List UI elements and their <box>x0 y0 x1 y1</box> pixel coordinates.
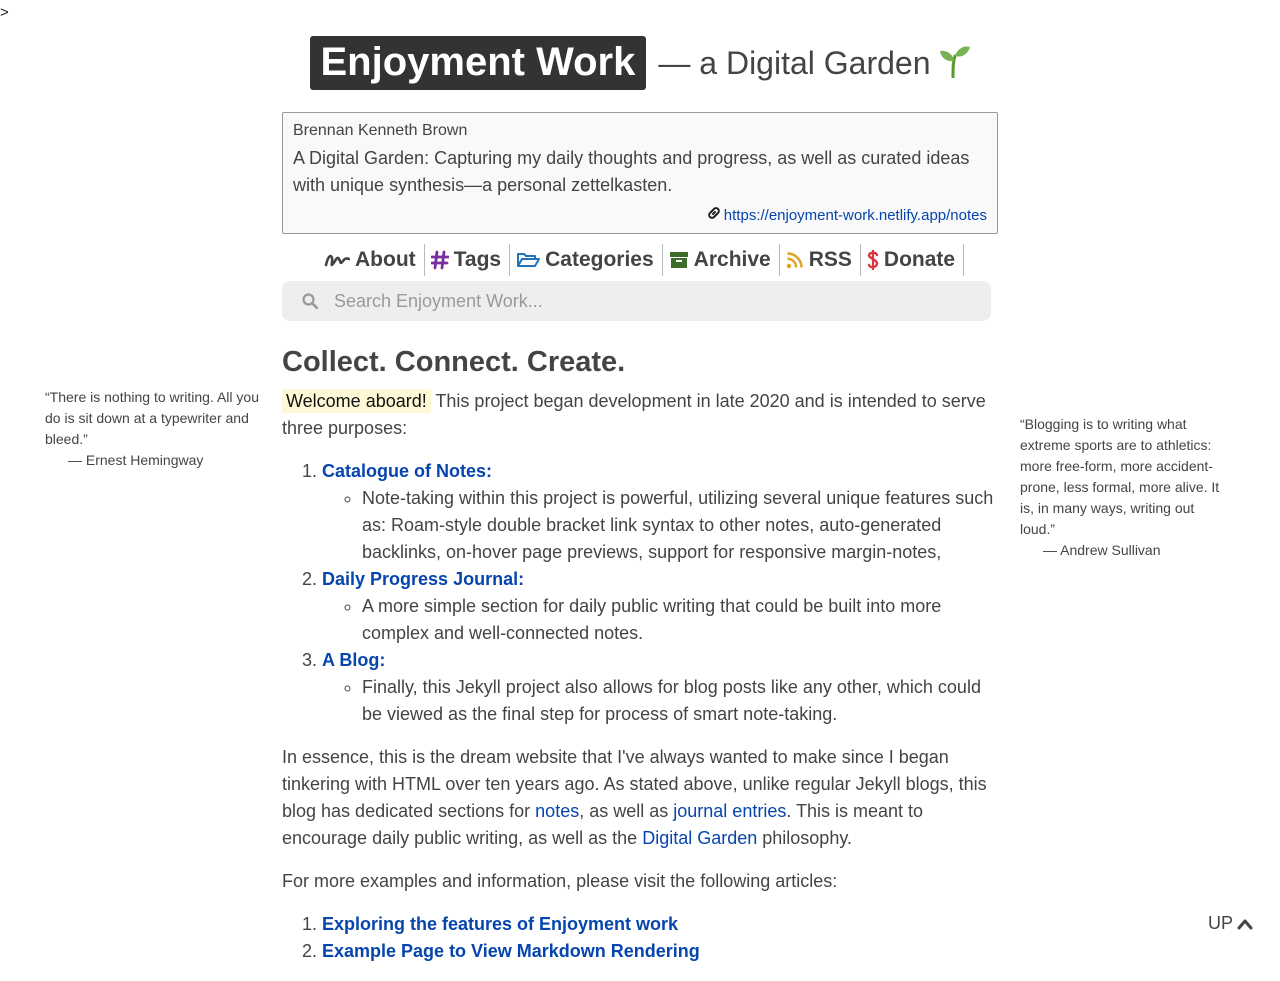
nav-item-rss[interactable]: RSS <box>780 244 861 276</box>
nav-item-archive[interactable]: Archive <box>663 244 780 276</box>
scroll-up-button[interactable]: UP <box>1208 913 1253 934</box>
daily-progress-journal-link[interactable]: Daily Progress Journal: <box>322 569 524 589</box>
purpose-detail: Note-taking within this project is power… <box>362 485 998 566</box>
nav-label-about: About <box>355 248 416 271</box>
hashtag-icon <box>430 250 449 270</box>
nav-label-categories: Categories <box>545 248 654 271</box>
chevron-up-icon <box>1237 918 1253 930</box>
more-info-paragraph: For more examples and information, pleas… <box>282 871 838 891</box>
up-label: UP <box>1208 913 1234 933</box>
quote-text: “There is nothing to writing. All you do… <box>45 389 259 447</box>
quote-author: — Ernest Hemingway <box>68 452 204 468</box>
main-content: Collect. Connect. Create. Welcome aboard… <box>282 340 998 981</box>
list-item: Daily Progress Journal: A more simple se… <box>322 566 998 647</box>
list-item: Example Page to View Markdown Rendering <box>322 938 998 965</box>
digital-garden-link[interactable]: Digital Garden <box>642 828 757 848</box>
search-bar <box>282 281 991 321</box>
nav-item-tags[interactable]: Tags <box>425 244 511 276</box>
welcome-highlight: Welcome aboard! <box>282 389 431 413</box>
dollar-icon <box>867 249 879 271</box>
essence-paragraph: In essence, this is the dream website th… <box>282 744 998 852</box>
search-input[interactable] <box>332 289 956 313</box>
nav-label-archive: Archive <box>693 248 771 271</box>
purpose-detail: Finally, this Jekyll project also allows… <box>362 674 998 728</box>
seedling-icon <box>937 44 971 83</box>
notes-link[interactable]: notes <box>535 801 579 821</box>
catalogue-of-notes-link[interactable]: Catalogue of Notes: <box>322 461 492 481</box>
list-item: A Blog: Finally, this Jekyll project als… <box>322 647 998 728</box>
journal-entries-link[interactable]: journal entries <box>673 801 786 821</box>
search-icon <box>302 293 318 309</box>
list-item: Exploring the features of Enjoyment work <box>322 911 998 938</box>
author-url-text: https://enjoyment-work.netlify.app/notes <box>723 206 987 224</box>
main-nav: About Tags Categories Archive RSS Donate <box>318 244 965 276</box>
intro-paragraph: Welcome aboard! This project began devel… <box>282 388 998 442</box>
nav-label-donate: Donate <box>883 248 956 271</box>
quote-text: “Blogging is to writing what extreme spo… <box>1020 416 1220 537</box>
archive-box-icon <box>669 250 689 270</box>
articles-list: Exploring the features of Enjoyment work… <box>282 911 998 965</box>
corner-mark: > <box>0 4 9 21</box>
signature-icon <box>324 250 350 270</box>
nav-label-rss: RSS <box>808 248 852 271</box>
margin-quote-left: “There is nothing to writing. All you do… <box>45 387 260 471</box>
rss-icon <box>786 251 804 269</box>
author-name: Brennan Kenneth Brown <box>293 122 468 139</box>
essence-text: , as well as <box>579 801 674 821</box>
quote-author: — Andrew Sullivan <box>1043 542 1161 558</box>
author-url-link[interactable]: https://enjoyment-work.netlify.app/notes <box>706 205 987 225</box>
essence-text: philosophy. <box>757 828 852 848</box>
nav-item-about[interactable]: About <box>318 244 425 276</box>
nav-item-donate[interactable]: Donate <box>861 244 965 276</box>
site-header: Enjoyment Work — a Digital Garden <box>0 36 1280 90</box>
markdown-article-link[interactable]: Example Page to View Markdown Rendering <box>322 941 700 961</box>
page-heading: Collect. Connect. Create. <box>282 346 626 378</box>
nav-label-tags: Tags <box>453 248 502 271</box>
site-subtitle: — a Digital Garden <box>658 45 931 81</box>
purpose-detail: A more simple section for daily public w… <box>362 593 998 647</box>
margin-quote-right: “Blogging is to writing what extreme spo… <box>1020 414 1225 561</box>
nav-item-categories[interactable]: Categories <box>510 244 663 276</box>
folder-open-icon <box>516 250 541 270</box>
features-article-link[interactable]: Exploring the features of Enjoyment work <box>322 914 678 934</box>
list-item: Catalogue of Notes: Note-taking within t… <box>322 458 998 566</box>
link-icon <box>706 205 722 225</box>
author-card: Brennan Kenneth Brown A Digital Garden: … <box>282 112 998 234</box>
author-description: A Digital Garden: Capturing my daily tho… <box>293 148 970 195</box>
blog-link[interactable]: A Blog: <box>322 650 385 670</box>
site-title[interactable]: Enjoyment Work <box>309 36 647 90</box>
purposes-list: Catalogue of Notes: Note-taking within t… <box>282 458 998 728</box>
